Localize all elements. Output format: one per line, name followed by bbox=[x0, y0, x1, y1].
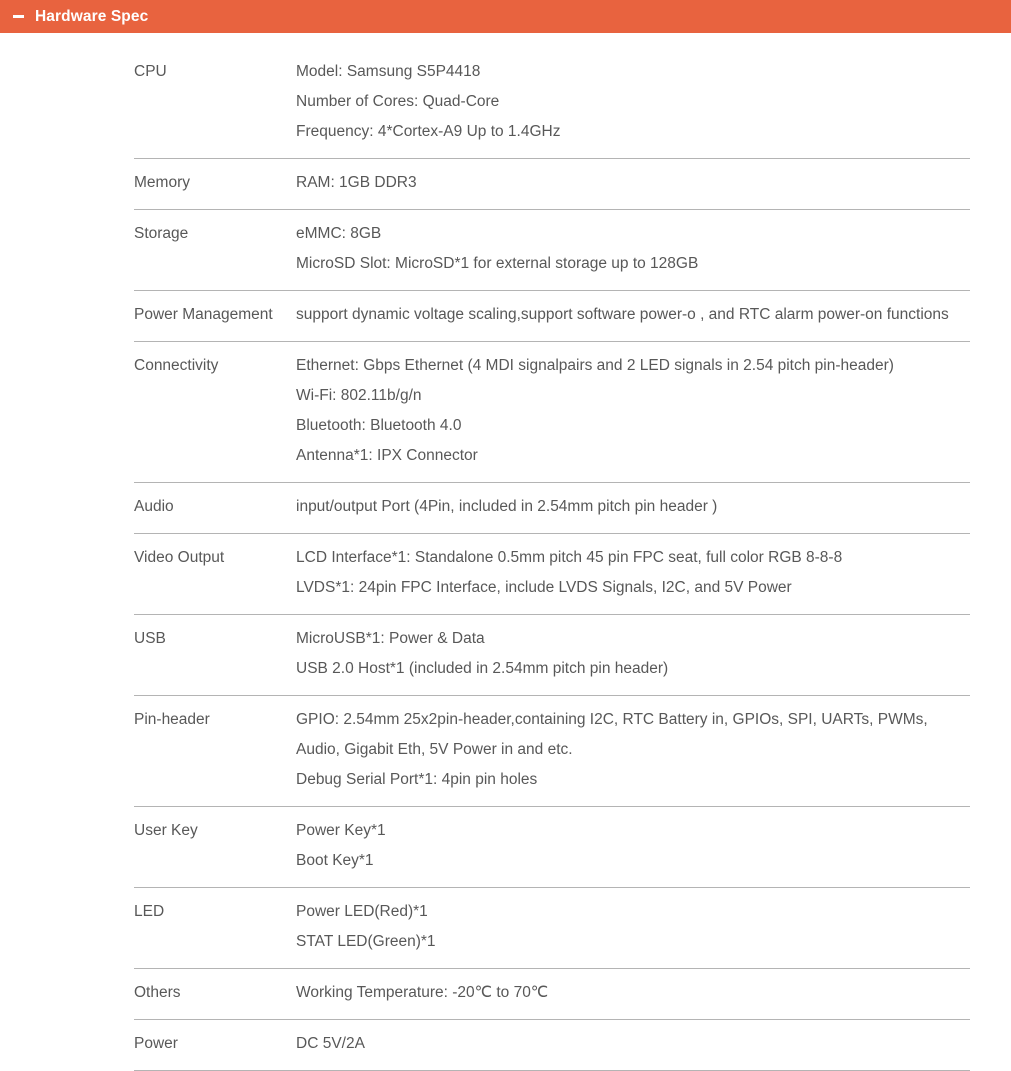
table-row: Others Working Temperature: -20℃ to 70℃ bbox=[134, 969, 970, 1020]
spec-label: Power Management bbox=[134, 306, 273, 323]
page-title: Hardware Spec bbox=[35, 7, 149, 25]
spec-value: MicroUSB*1: Power & Data USB 2.0 Host*1 (… bbox=[296, 615, 970, 696]
spec-value-line: Power LED(Red)*1 bbox=[296, 903, 428, 920]
spec-value: LCD Interface*1: Standalone 0.5mm pitch … bbox=[296, 534, 970, 615]
hardware-spec-table: CPU Model: Samsung S5P4418 Number of Cores… bbox=[134, 48, 970, 1071]
spec-value-line: LVDS*1: 24pin FPC Interface, include LVD… bbox=[296, 579, 792, 596]
spec-label: Storage bbox=[134, 225, 189, 242]
spec-value-line: Working Temperature: -20℃ to 70℃ bbox=[296, 984, 549, 1001]
table-row: Storage eMMC: 8GB MicroSD Slot: MicroSD*1 … bbox=[134, 210, 970, 291]
spec-value-line: GPIO: 2.54mm 25x2pin-header,containing I… bbox=[296, 711, 928, 758]
spec-label: USB bbox=[134, 630, 166, 647]
spec-label: Pin-header bbox=[134, 711, 210, 728]
spec-value-line: Antenna*1: IPX Connector bbox=[296, 447, 478, 464]
spec-value-line: Power Key*1 bbox=[296, 822, 386, 839]
spec-value-line: RAM: 1GB DDR3 bbox=[296, 174, 417, 191]
spec-value-line: LCD Interface*1: Standalone 0.5mm pitch … bbox=[296, 549, 843, 566]
spec-label: Others bbox=[134, 984, 181, 1001]
table-row: User Key Power Key*1 Boot Key*1 bbox=[134, 807, 970, 888]
table-row: CPU Model: Samsung S5P4418 Number of Cores… bbox=[134, 48, 970, 159]
spec-value-line: Model: Samsung S5P4418 bbox=[296, 63, 481, 80]
table-row: Connectivity Ethernet: Gbps Ethernet (4 M… bbox=[134, 342, 970, 483]
spec-value: DC 5V/2A bbox=[296, 1020, 970, 1071]
spec-value: Ethernet: Gbps Ethernet (4 MDI signalpai… bbox=[296, 342, 970, 483]
spec-value-line: eMMC: 8GB bbox=[296, 225, 382, 242]
spec-value: Working Temperature: -20℃ to 70℃ bbox=[296, 969, 970, 1020]
spec-value: RAM: 1GB DDR3 bbox=[296, 159, 970, 210]
spec-value-line: Bluetooth: Bluetooth 4.0 bbox=[296, 417, 462, 434]
spec-value-line: input/output Port (4Pin, included in 2.5… bbox=[296, 498, 718, 515]
spec-value: input/output Port (4Pin, included in 2.5… bbox=[296, 483, 970, 534]
spec-value-line: DC 5V/2A bbox=[296, 1035, 365, 1052]
table-row: Audio input/output Port (4Pin, included i… bbox=[134, 483, 970, 534]
table-row: Video Output LCD Interface*1: Standalone … bbox=[134, 534, 970, 615]
spec-value-line: Wi-Fi: 802.11b/g/n bbox=[296, 387, 422, 404]
spec-value: support dynamic voltage scaling,support … bbox=[296, 291, 970, 342]
spec-value-line: STAT LED(Green)*1 bbox=[296, 933, 436, 950]
table-row: USB MicroUSB*1: Power & Data USB 2.0 Host*… bbox=[134, 615, 970, 696]
spec-value-line: MicroSD Slot: MicroSD*1 for external sto… bbox=[296, 255, 699, 272]
table-row: Power DC 5V/2A bbox=[134, 1020, 970, 1071]
spec-value: eMMC: 8GB MicroSD Slot: MicroSD*1 for ext… bbox=[296, 210, 970, 291]
spec-value-line: Number of Cores: Quad-Core bbox=[296, 93, 500, 110]
spec-table-body: CPU Model: Samsung S5P4418 Number of Cores… bbox=[134, 48, 970, 1071]
table-row: LED Power LED(Red)*1 STAT LED(Green)*1 bbox=[134, 888, 970, 969]
hardware-spec-header[interactable]: Hardware Spec bbox=[0, 0, 1011, 33]
spec-label: CPU bbox=[134, 63, 167, 80]
spec-label: Power bbox=[134, 1035, 178, 1052]
table-row: Power Management support dynamic voltage … bbox=[134, 291, 970, 342]
spec-value-line: Debug Serial Port*1: 4pin pin holes bbox=[296, 771, 538, 788]
spec-label: User Key bbox=[134, 822, 198, 839]
spec-label: Video Output bbox=[134, 549, 225, 566]
spec-value-line: Boot Key*1 bbox=[296, 852, 374, 869]
table-row: Memory RAM: 1GB DDR3 bbox=[134, 159, 970, 210]
spec-value: GPIO: 2.54mm 25x2pin-header,containing I… bbox=[296, 696, 970, 807]
spec-value-line: Frequency: 4*Cortex-A9 Up to 1.4GHz bbox=[296, 123, 561, 140]
hardware-spec-section: CPU Model: Samsung S5P4418 Number of Cores… bbox=[0, 33, 1011, 1071]
minus-icon[interactable] bbox=[13, 15, 24, 18]
spec-value-line: MicroUSB*1: Power & Data bbox=[296, 630, 485, 647]
spec-value-line: Ethernet: Gbps Ethernet (4 MDI signalpai… bbox=[296, 357, 894, 374]
spec-label: LED bbox=[134, 903, 165, 920]
spec-value-line: USB 2.0 Host*1 (included in 2.54mm pitch… bbox=[296, 660, 669, 677]
spec-value: Power Key*1 Boot Key*1 bbox=[296, 807, 970, 888]
spec-label: Audio bbox=[134, 498, 174, 515]
spec-value-line: support dynamic voltage scaling,support … bbox=[296, 306, 949, 323]
spec-label: Memory bbox=[134, 174, 190, 191]
spec-value: Power LED(Red)*1 STAT LED(Green)*1 bbox=[296, 888, 970, 969]
table-row: Pin-header GPIO: 2.54mm 25x2pin-header,co… bbox=[134, 696, 970, 807]
spec-value: Model: Samsung S5P4418 Number of Cores: Q… bbox=[296, 48, 970, 159]
spec-label: Connectivity bbox=[134, 357, 219, 374]
